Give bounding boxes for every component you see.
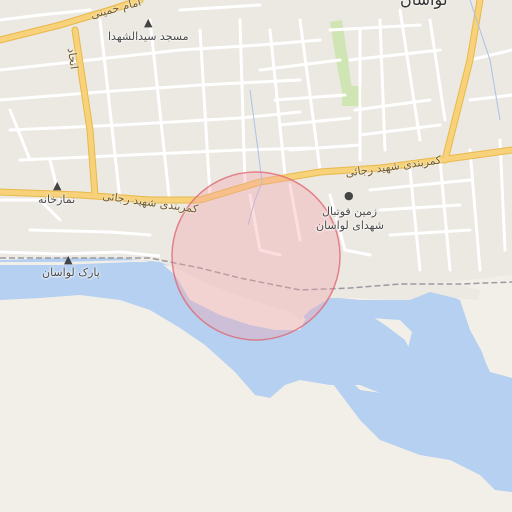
- poi-football-label-1: زمین فوتبال: [322, 205, 378, 218]
- town-label: لواسان: [400, 0, 448, 9]
- map-svg: [0, 0, 512, 512]
- prayer-icon: ▲: [53, 179, 62, 192]
- tree-icon: ▲: [64, 253, 73, 266]
- poi-football-label-2: شهدای لواسان: [316, 219, 384, 232]
- poi-prayer-label: نمازخانه: [38, 193, 76, 206]
- mosque-icon: ▲: [144, 16, 153, 29]
- football-icon: ●: [344, 189, 354, 202]
- map-canvas[interactable]: امام خمینی اتحاد کمربندی شهید رجائی کمرب…: [0, 0, 512, 512]
- poi-mosque-label: مسجد سیدالشهدا: [108, 30, 189, 43]
- radius-circle[interactable]: [171, 171, 341, 341]
- poi-park-label: پارک لواسان: [42, 266, 100, 279]
- road-label-ettehad: اتحاد: [64, 46, 81, 71]
